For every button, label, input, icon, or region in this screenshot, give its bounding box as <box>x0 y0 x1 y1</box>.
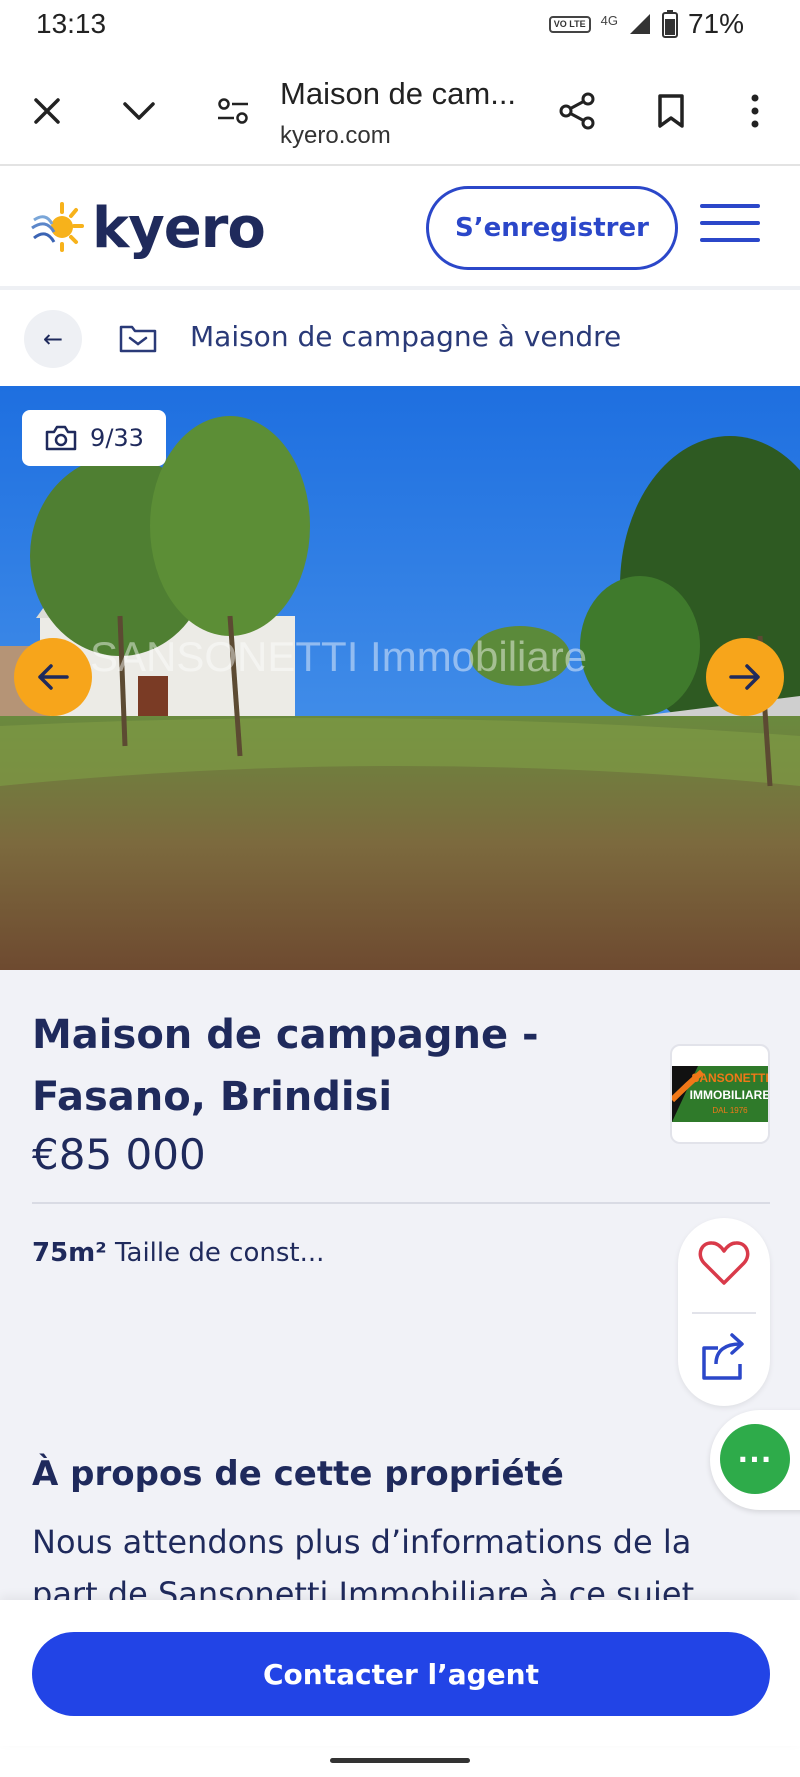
next-photo-button[interactable] <box>706 638 784 716</box>
site-header: kyero S’enregistrer <box>0 168 800 290</box>
hamburger-menu-icon[interactable] <box>700 204 760 254</box>
signal-icon <box>629 14 650 34</box>
kyero-logo[interactable]: kyero <box>28 196 266 261</box>
landscape-photo: SANSONETTI Immobiliare <box>0 386 800 970</box>
battery-icon <box>661 10 678 38</box>
status-time: 13:13 <box>36 8 107 39</box>
chevron-down-icon[interactable] <box>114 86 164 136</box>
share-icon[interactable] <box>552 86 602 136</box>
close-icon[interactable] <box>22 86 72 136</box>
svg-text:SANSONETTI: SANSONETTI <box>691 1071 768 1085</box>
action-card <box>678 1218 770 1406</box>
divider <box>32 1202 770 1204</box>
svg-text:IMMOBILIARE: IMMOBILIARE <box>690 1088 768 1102</box>
contact-agent-button[interactable]: Contacter l’agent <box>32 1632 770 1716</box>
build-size-label: Taille de const... <box>114 1238 325 1268</box>
property-photo[interactable]: SANSONETTI Immobiliare 9/33 <box>0 386 800 970</box>
photo-counter: 9/33 <box>22 410 166 466</box>
agent-logo[interactable]: SANSONETTI IMMOBILIARE DAL 1976 <box>670 1044 770 1144</box>
photo-watermark: SANSONETTI Immobiliare <box>90 633 587 680</box>
arrow-right-icon <box>729 664 760 690</box>
camera-icon <box>45 425 77 451</box>
breadcrumb: ← Maison de campagne à vendre <box>0 294 800 386</box>
gesture-nav-handle[interactable] <box>330 1758 470 1763</box>
page-title: Maison de cam... <box>280 76 517 111</box>
folder-icon <box>119 325 157 353</box>
listing-title: Maison de campagne - Fasano, Brindisi <box>32 1012 539 1120</box>
build-size: 75m² Taille de const... <box>32 1238 324 1268</box>
back-button[interactable]: ← <box>24 310 82 368</box>
status-icons: VO LTE 4G 71% <box>548 8 744 40</box>
battery-percent: 71% <box>687 8 744 39</box>
share-out-icon[interactable] <box>700 1330 748 1382</box>
page-url[interactable]: kyero.com <box>280 122 391 150</box>
bottom-bar: Contacter l’agent <box>0 1600 800 1746</box>
photo-counter-text: 9/33 <box>90 424 144 452</box>
site-settings-icon[interactable] <box>208 86 258 136</box>
arrow-left-icon <box>38 664 69 690</box>
more-vert-icon[interactable] <box>730 86 780 136</box>
listing-price: €85 000 <box>32 1130 206 1179</box>
chat-widget: ··· <box>710 1410 800 1510</box>
listing-details: Maison de campagne - Fasano, Brindisi SA… <box>0 970 800 1613</box>
status-bar: 13:13 VO LTE 4G 71% <box>0 0 800 50</box>
browser-toolbar: Maison de cam... kyero.com <box>0 56 800 166</box>
previous-photo-button[interactable] <box>14 638 92 716</box>
volte-icon: VO LTE <box>548 15 591 33</box>
breadcrumb-label[interactable]: Maison de campagne à vendre <box>190 320 621 353</box>
heart-icon[interactable] <box>698 1240 750 1286</box>
sansonetti-logo: SANSONETTI IMMOBILIARE DAL 1976 <box>672 1066 768 1122</box>
sun-logo-icon <box>31 201 84 252</box>
network-type: 4G <box>600 12 618 28</box>
svg-text:DAL 1976: DAL 1976 <box>712 1106 748 1115</box>
register-button[interactable]: S’enregistrer <box>426 186 678 270</box>
bookmark-icon[interactable] <box>646 86 696 136</box>
chat-button[interactable]: ··· <box>720 1424 790 1494</box>
build-size-value: 75m² <box>32 1238 107 1268</box>
logo-text: kyero <box>92 196 266 261</box>
about-heading: À propos de cette propriété <box>32 1454 564 1494</box>
